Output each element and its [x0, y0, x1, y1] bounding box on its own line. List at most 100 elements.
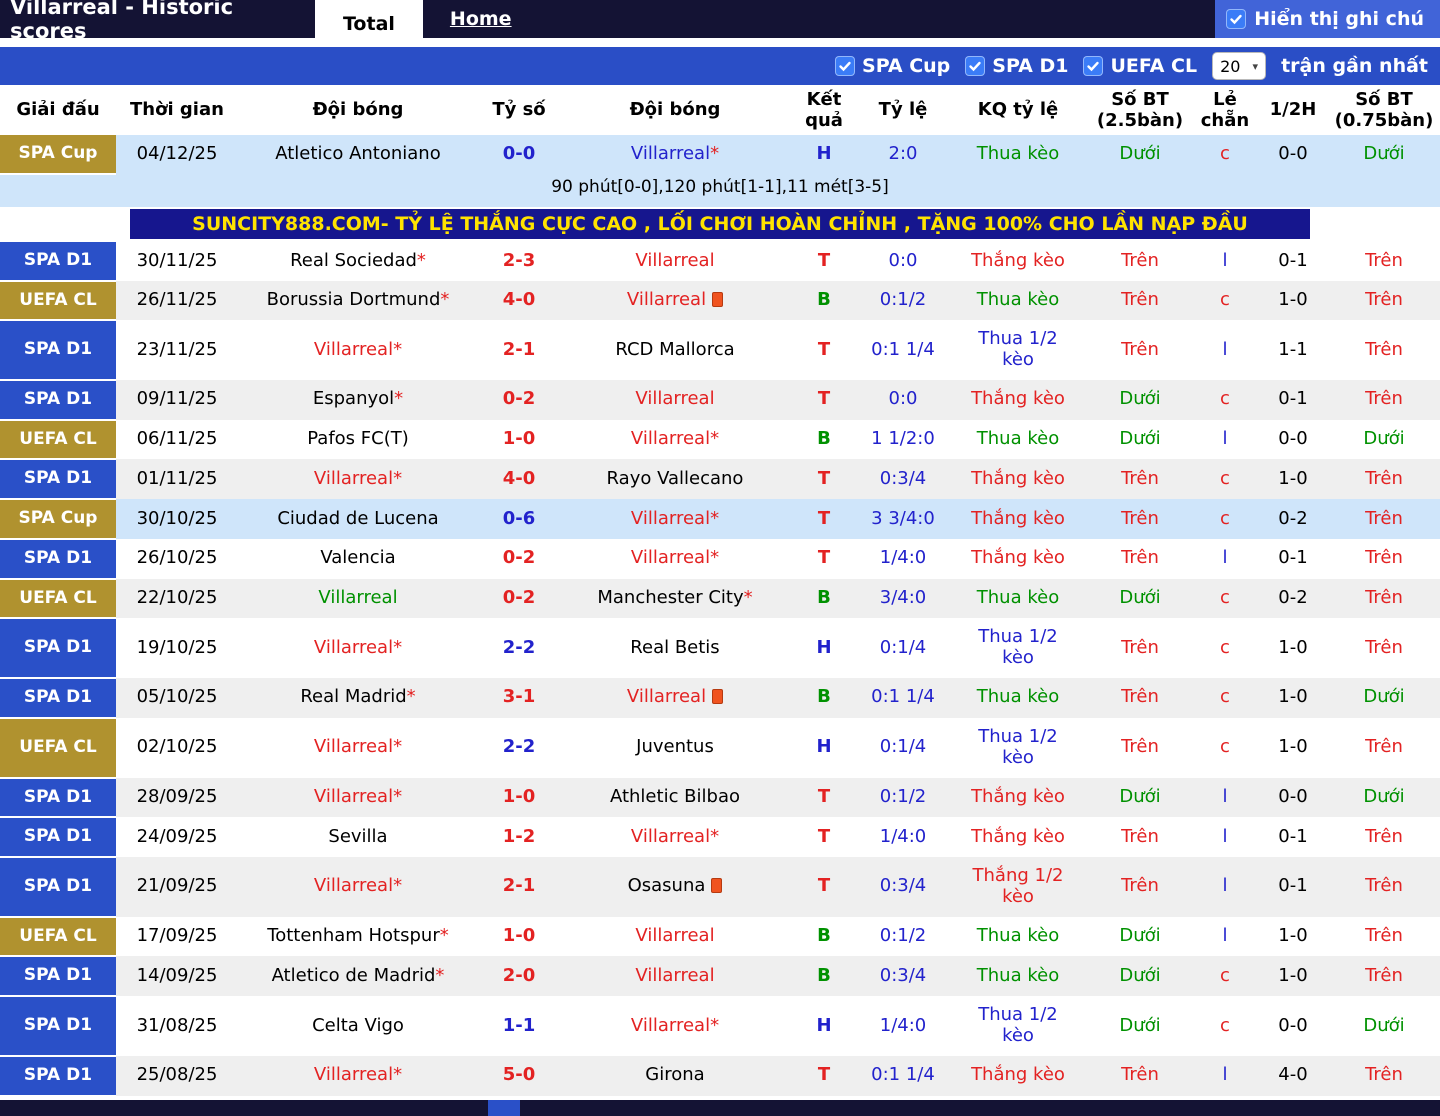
team-name: Villarreal	[313, 636, 394, 658]
league-badge: SPA D1	[0, 856, 116, 918]
favorite-star-marker: *	[710, 1014, 720, 1036]
team-name: Ciudad de Lucena	[277, 507, 439, 529]
tab-total[interactable]: Total	[315, 0, 423, 47]
half-time-score: 0-0	[1278, 428, 1308, 450]
match-date: 26/10/25	[136, 547, 218, 569]
col-header-home-team: Đội bóng	[238, 85, 478, 135]
col-header-odds: Tỷ lệ	[858, 85, 948, 135]
tab-home[interactable]: Home	[450, 8, 512, 30]
odd-even: l	[1222, 249, 1228, 271]
league-badge: SPA D1	[0, 817, 116, 858]
match-row: SPA D1 26/10/25 Valencia 0-2 Villarreal* T 1/4…	[0, 538, 1440, 580]
total-goals-0-75: Trên	[1365, 249, 1403, 271]
away-team: Villarreal	[560, 242, 790, 281]
team-name: Pafos FC(T)	[307, 428, 409, 450]
match-row: UEFA CL 26/11/25 Borussia Dortmund* 4-0 Vill…	[0, 280, 1440, 322]
uefa-cl-checkbox[interactable]	[1083, 56, 1104, 76]
spa-d1-checkbox[interactable]	[965, 56, 986, 76]
away-team: Villarreal	[560, 380, 790, 420]
show-notes-toggle[interactable]: Hiển thị ghi chú	[1215, 0, 1440, 38]
handicap-result: Thắng kèo	[971, 507, 1065, 529]
match-result: T	[817, 547, 831, 569]
odd-even: c	[1220, 686, 1230, 708]
away-team: Villarreal	[560, 917, 790, 957]
match-result: B	[817, 925, 831, 947]
total-goals-0-75: Trên	[1365, 338, 1403, 360]
total-goals-2-5: Trên	[1121, 686, 1159, 708]
home-team: Atletico de Madrid*	[238, 956, 478, 996]
handicap-odds: 0:1/2	[879, 785, 927, 807]
half-time-score: 0-1	[1278, 875, 1308, 897]
handicap-result: Thắng kèo	[971, 249, 1065, 271]
ad-banner[interactable]: SUNCITY888.COM- TỶ LỆ THẮNG CỰC CAO , LỐ…	[130, 208, 1310, 239]
team-name: Villarreal	[630, 428, 711, 450]
final-score: 1-2	[502, 825, 536, 847]
away-team: RCD Mallorca	[560, 320, 790, 380]
handicap-odds: 1/4:0	[879, 1014, 927, 1036]
home-team: Celta Vigo	[238, 996, 478, 1056]
team-name: Villarreal	[635, 964, 715, 986]
match-date: 02/10/25	[136, 736, 218, 758]
league-badge: UEFA CL	[0, 419, 116, 461]
match-row: SPA D1 14/09/25 Atletico de Madrid* 2-0 Vill…	[0, 956, 1440, 998]
match-count-select[interactable]: 20 ▾	[1212, 52, 1267, 80]
handicap-result: Thắng kèo	[971, 547, 1065, 569]
favorite-star-marker: *	[393, 467, 403, 489]
team-name: Villarreal	[318, 586, 398, 608]
home-team: Villarreal*	[238, 320, 478, 380]
total-goals-0-75: Trên	[1365, 1064, 1403, 1086]
match-row: SPA D1 30/11/25 Real Sociedad* 2-3 Villarrea…	[0, 241, 1440, 282]
match-result: T	[817, 467, 831, 489]
league-badge: SPA D1	[0, 956, 116, 998]
final-score: 4-0	[502, 467, 536, 489]
col-header-ou-0-75: Số BT (0.75bàn)	[1328, 85, 1440, 135]
odd-even: c	[1220, 143, 1230, 164]
home-team: Atletico Antoniano	[238, 135, 478, 174]
match-row: SPA Cup 30/10/25 Ciudad de Lucena 0-6 Villar…	[0, 499, 1440, 540]
home-team: Villarreal*	[238, 857, 478, 917]
home-team: Villarreal*	[238, 778, 478, 818]
total-goals-2-5: Dưới	[1119, 785, 1161, 807]
home-team: Valencia	[238, 539, 478, 579]
odd-even: l	[1222, 338, 1228, 360]
check-icon	[1230, 14, 1242, 25]
total-goals-0-75: Trên	[1365, 736, 1403, 758]
spa-cup-checkbox[interactable]	[835, 56, 856, 76]
handicap-odds: 0:1/2	[879, 925, 927, 947]
total-goals-0-75: Dưới	[1363, 428, 1405, 450]
match-note: 90 phút[0-0],120 phút[1-1],11 mét[3-5]	[551, 176, 889, 197]
match-result: B	[817, 288, 831, 310]
team-name: Villarreal	[313, 338, 394, 360]
handicap-odds: 0:1 1/4	[871, 338, 935, 360]
handicap-odds: 0:3/4	[879, 964, 927, 986]
total-goals-0-75: Trên	[1365, 388, 1403, 410]
team-name: Juventus	[636, 736, 714, 758]
away-team: Villarreal*	[560, 817, 790, 857]
final-score: 5-0	[502, 1064, 536, 1086]
filter-bar: SPA Cup SPA D1 UEFA CL 20 ▾ trận gần nhấ…	[0, 47, 1440, 85]
league-badge: SPA D1	[0, 459, 116, 501]
handicap-result: Thua 1/2 kèo	[978, 626, 1058, 669]
handicap-odds: 0:0	[888, 388, 918, 410]
team-name: Villarreal	[635, 925, 715, 947]
filter-spa-d1[interactable]: SPA D1	[965, 55, 1068, 77]
favorite-star-marker: *	[710, 428, 720, 450]
handicap-result: Thua 1/2 kèo	[978, 725, 1058, 768]
total-goals-0-75: Trên	[1365, 925, 1403, 947]
show-notes-checkbox[interactable]	[1226, 9, 1247, 29]
match-result: T	[817, 825, 831, 847]
odd-even: c	[1220, 964, 1230, 986]
match-row: SPA D1 09/11/25 Espanyol* 0-2 Villarreal T 0:0…	[0, 379, 1440, 421]
match-date: 09/11/25	[136, 388, 218, 410]
league-badge: SPA Cup	[0, 135, 116, 175]
total-goals-0-75: Trên	[1365, 636, 1403, 658]
total-goals-2-5: Trên	[1121, 338, 1159, 360]
match-date: 28/09/25	[136, 785, 218, 807]
filter-spa-cup[interactable]: SPA Cup	[835, 55, 950, 77]
favorite-star-marker: *	[393, 785, 403, 807]
odd-even: c	[1220, 586, 1230, 608]
match-date: 30/11/25	[136, 249, 218, 271]
favorite-star-marker: *	[710, 507, 720, 529]
filter-uefa-cl[interactable]: UEFA CL	[1083, 55, 1197, 77]
team-name: Villarreal	[630, 507, 711, 529]
